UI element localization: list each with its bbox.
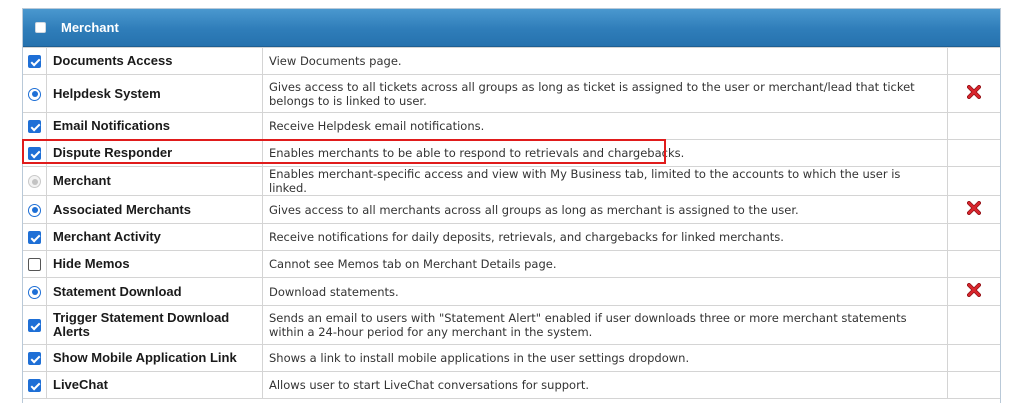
action-cell	[947, 166, 1000, 196]
remove-icon[interactable]	[967, 283, 981, 300]
permission-row-documents-access: Documents Access View Documents page.	[23, 47, 1000, 75]
permission-name: Helpdesk System	[46, 74, 263, 113]
permission-radio[interactable]	[28, 285, 41, 299]
permission-description: View Documents page.	[262, 47, 948, 75]
action-cell	[947, 223, 1000, 251]
permission-checkbox[interactable]	[28, 352, 41, 365]
control-cell	[23, 47, 47, 75]
permission-description: Receive Helpdesk email notifications.	[262, 112, 948, 140]
permission-checkbox[interactable]	[28, 231, 41, 244]
remove-icon[interactable]	[967, 201, 981, 218]
permission-row-show-mobile-application-link: Show Mobile Application Link Shows a link…	[23, 344, 1000, 372]
permission-description: Gives access to all merchants across all…	[262, 195, 948, 224]
permission-checkbox[interactable]	[28, 379, 41, 392]
permission-row-livechat: LiveChat Allows user to start LiveChat co…	[23, 371, 1000, 399]
permission-radio[interactable]	[28, 203, 41, 217]
section-title: Merchant	[61, 20, 119, 35]
permission-row-dispute-responder: Dispute Responder Enables merchants to be…	[23, 139, 1000, 167]
action-cell	[947, 112, 1000, 140]
control-cell	[23, 74, 47, 113]
permission-name: Show Mobile Application Link	[46, 344, 263, 372]
remove-icon[interactable]	[967, 85, 981, 102]
control-cell	[23, 112, 47, 140]
control-cell	[23, 195, 47, 224]
control-cell	[23, 344, 47, 372]
permissions-table: Documents Access View Documents page. Help…	[23, 47, 1000, 399]
control-cell	[23, 223, 47, 251]
permission-checkbox[interactable]	[28, 258, 41, 271]
select-all-checkbox[interactable]	[35, 22, 46, 33]
permission-name: Dispute Responder	[46, 139, 263, 167]
permission-description: Receive notifications for daily deposits…	[262, 223, 948, 251]
control-cell	[23, 139, 47, 167]
permission-checkbox[interactable]	[28, 319, 41, 332]
permission-row-helpdesk-system: Helpdesk System Gives access to all ticke…	[23, 74, 1000, 113]
action-cell	[947, 47, 1000, 75]
permission-checkbox[interactable]	[28, 147, 41, 160]
permission-name: Hide Memos	[46, 250, 263, 278]
permission-radio[interactable]	[28, 87, 41, 101]
permission-checkbox[interactable]	[28, 120, 41, 133]
permission-row-email-notifications: Email Notifications Receive Helpdesk emai…	[23, 112, 1000, 140]
section-header: Merchant	[23, 9, 1000, 47]
control-cell	[23, 166, 47, 196]
permission-row-hide-memos: Hide Memos Cannot see Memos tab on Mercha…	[23, 250, 1000, 278]
permission-description: Cannot see Memos tab on Merchant Details…	[262, 250, 948, 278]
permission-description: Download statements.	[262, 277, 948, 306]
permission-name: Email Notifications	[46, 112, 263, 140]
permission-row-merchant-activity: Merchant Activity Receive notifications f…	[23, 223, 1000, 251]
action-cell	[947, 277, 1000, 306]
permission-radio	[28, 175, 41, 188]
permission-name: Statement Download	[46, 277, 263, 306]
control-cell	[23, 250, 47, 278]
permission-description: Allows user to start LiveChat conversati…	[262, 371, 948, 399]
permission-row-trigger-statement-download-alerts: Trigger Statement Download Alerts Sends a…	[23, 305, 1000, 345]
permission-description: Enables merchant-specific access and vie…	[262, 166, 948, 196]
action-cell	[947, 371, 1000, 399]
permission-description: Shows a link to install mobile applicati…	[262, 344, 948, 372]
action-cell	[947, 250, 1000, 278]
control-cell	[23, 305, 47, 345]
merchant-permissions-panel: Merchant Documents Access View Documents …	[22, 8, 1001, 403]
permission-name: LiveChat	[46, 371, 263, 399]
action-cell	[947, 305, 1000, 345]
permission-row-merchant: Merchant Enables merchant-specific access…	[23, 166, 1000, 196]
action-cell	[947, 195, 1000, 224]
action-cell	[947, 74, 1000, 113]
permission-name: Merchant Activity	[46, 223, 263, 251]
action-cell	[947, 139, 1000, 167]
control-cell	[23, 277, 47, 306]
permission-name: Documents Access	[46, 47, 263, 75]
permission-name: Merchant	[46, 166, 263, 196]
permission-row-statement-download: Statement Download Download statements.	[23, 277, 1000, 306]
action-cell	[947, 344, 1000, 372]
permission-description: Sends an email to users with "Statement …	[262, 305, 948, 345]
permission-row-associated-merchants: Associated Merchants Gives access to all …	[23, 195, 1000, 224]
control-cell	[23, 371, 47, 399]
permission-name: Associated Merchants	[46, 195, 263, 224]
permission-description: Gives access to all tickets across all g…	[262, 74, 948, 113]
permission-name: Trigger Statement Download Alerts	[46, 305, 263, 345]
permission-description: Enables merchants to be able to respond …	[262, 139, 948, 167]
permission-checkbox[interactable]	[28, 55, 41, 68]
